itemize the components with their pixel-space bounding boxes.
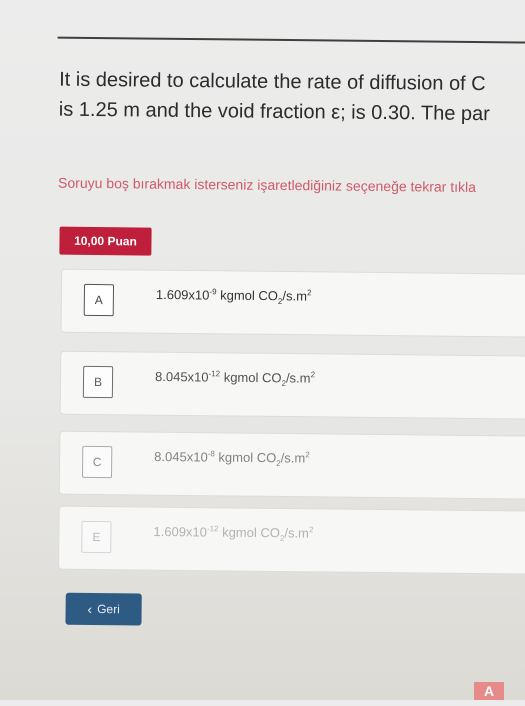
option-c[interactable]: C 8.045x10-8 kgmol CO2/s.m2 xyxy=(58,430,525,500)
option-text: 8.045x10-12 kgmol CO2/s.m2 xyxy=(154,368,316,388)
option-letter[interactable]: E xyxy=(81,520,112,554)
option-letter[interactable]: A xyxy=(83,283,115,317)
option-letter[interactable]: B xyxy=(82,365,114,399)
option-text: 1.609x10-12 kgmol CO2/s.m2 xyxy=(153,523,314,543)
top-divider xyxy=(57,36,525,44)
points-badge: 10,00 Puan xyxy=(59,226,152,256)
back-button[interactable]: ‹ Geri xyxy=(65,592,142,626)
app-corner-icon: A xyxy=(474,682,504,700)
option-text: 8.045x10-8 kgmol CO2/s.m2 xyxy=(154,448,310,468)
question-line-2: is 1.25 m and the void fraction ε; is 0.… xyxy=(58,98,490,126)
option-text: 1.609x10-9 kgmol CO2/s.m2 xyxy=(155,286,312,306)
quiz-screen: It is desired to calculate the rate of d… xyxy=(0,0,525,705)
option-a[interactable]: A 1.609x10-9 kgmol CO2/s.m2 xyxy=(60,268,525,338)
question-line-1: It is desired to calculate the rate of d… xyxy=(59,68,486,96)
chevron-left-icon: ‹ xyxy=(87,600,93,617)
back-button-label: Geri xyxy=(97,602,120,617)
clear-answer-hint: Soruyu boş bırakmak isterseniz işaretled… xyxy=(58,174,477,195)
option-e[interactable]: E 1.609x10-12 kgmol CO2/s.m2 xyxy=(58,505,525,575)
option-b[interactable]: B 8.045x10-12 kgmol CO2/s.m2 xyxy=(59,350,525,420)
question-text: It is desired to calculate the rate of d… xyxy=(59,65,525,130)
option-letter[interactable]: C xyxy=(82,445,113,479)
